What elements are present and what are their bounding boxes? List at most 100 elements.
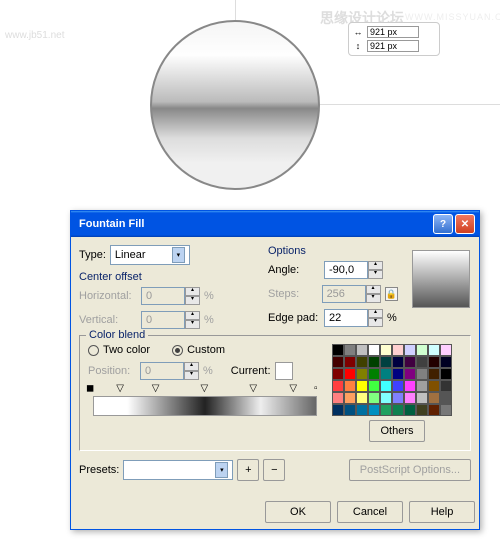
chevron-down-icon[interactable]: ▾ <box>215 462 228 478</box>
color-swatch[interactable] <box>416 356 428 368</box>
gradient-marker[interactable]: ▽ <box>249 383 259 393</box>
color-swatch[interactable] <box>440 392 452 404</box>
height-input[interactable] <box>367 40 419 52</box>
color-swatch[interactable] <box>344 392 356 404</box>
vertical-input <box>141 311 185 329</box>
color-swatch[interactable] <box>332 368 344 380</box>
size-indicator: ↔ ↕ <box>348 22 440 56</box>
color-swatch[interactable] <box>368 356 380 368</box>
cancel-button[interactable]: Cancel <box>337 501 403 523</box>
color-swatch[interactable] <box>368 368 380 380</box>
spin-up-icon[interactable]: ▴ <box>368 261 383 270</box>
color-swatch[interactable] <box>356 356 368 368</box>
guide-horizontal <box>320 104 500 105</box>
color-swatch[interactable] <box>356 368 368 380</box>
spin-up-icon[interactable]: ▴ <box>368 309 383 318</box>
color-swatch[interactable] <box>404 356 416 368</box>
color-swatch[interactable] <box>332 380 344 392</box>
type-select[interactable]: Linear ▾ <box>110 245 190 265</box>
lock-icon[interactable]: 🔒 <box>385 287 398 301</box>
chevron-down-icon[interactable]: ▾ <box>172 247 185 263</box>
presets-select[interactable]: ▾ <box>123 460 233 480</box>
custom-radio[interactable] <box>172 345 183 356</box>
color-swatch[interactable] <box>368 392 380 404</box>
color-swatch[interactable] <box>440 368 452 380</box>
color-swatch[interactable] <box>428 404 440 416</box>
color-swatch[interactable] <box>368 344 380 356</box>
current-color-swatch[interactable] <box>275 362 293 380</box>
color-swatch[interactable] <box>356 344 368 356</box>
color-swatch[interactable] <box>404 404 416 416</box>
color-swatch[interactable] <box>356 404 368 416</box>
color-swatch[interactable] <box>392 404 404 416</box>
color-swatch[interactable] <box>404 344 416 356</box>
others-button[interactable]: Others <box>369 420 424 442</box>
color-swatch[interactable] <box>416 404 428 416</box>
two-color-radio[interactable] <box>88 345 99 356</box>
color-swatch[interactable] <box>368 380 380 392</box>
color-swatch[interactable] <box>332 356 344 368</box>
color-swatch[interactable] <box>356 380 368 392</box>
color-swatch[interactable] <box>428 380 440 392</box>
gradient-marker[interactable]: ▽ <box>289 383 299 393</box>
ok-button[interactable]: OK <box>265 501 331 523</box>
color-swatch[interactable] <box>380 368 392 380</box>
gradient-marker[interactable]: ▽ <box>116 383 126 393</box>
color-swatch[interactable] <box>428 392 440 404</box>
color-swatch[interactable] <box>392 356 404 368</box>
color-swatch[interactable] <box>380 380 392 392</box>
color-swatch[interactable] <box>392 344 404 356</box>
color-swatch[interactable] <box>416 392 428 404</box>
color-swatch[interactable] <box>440 404 452 416</box>
color-swatch[interactable] <box>440 380 452 392</box>
color-swatch[interactable] <box>416 380 428 392</box>
color-swatch[interactable] <box>380 392 392 404</box>
spin-down-icon[interactable]: ▾ <box>368 318 383 327</box>
color-swatch[interactable] <box>392 380 404 392</box>
gradient-end-marker[interactable]: ▫ <box>314 383 324 393</box>
color-swatch[interactable] <box>404 380 416 392</box>
color-swatch[interactable] <box>428 344 440 356</box>
preset-remove-button[interactable]: − <box>263 459 285 481</box>
gradient-marker[interactable]: ▽ <box>201 383 211 393</box>
width-input[interactable] <box>367 26 419 38</box>
color-swatch[interactable] <box>392 368 404 380</box>
color-swatch[interactable] <box>380 344 392 356</box>
gradient-start-marker[interactable]: ◼ <box>86 383 96 393</box>
spin-down-icon[interactable]: ▾ <box>368 270 383 279</box>
fountain-fill-dialog: Fountain Fill ? ✕ Type: Linear ▾ Center … <box>70 210 480 530</box>
color-swatch[interactable] <box>332 392 344 404</box>
color-swatch[interactable] <box>440 356 452 368</box>
color-swatch[interactable] <box>392 392 404 404</box>
color-swatch[interactable] <box>332 344 344 356</box>
help-icon[interactable]: ? <box>433 214 453 234</box>
preset-add-button[interactable]: + <box>237 459 259 481</box>
color-swatch[interactable] <box>380 404 392 416</box>
color-swatch[interactable] <box>416 344 428 356</box>
color-swatch[interactable] <box>344 380 356 392</box>
color-swatch[interactable] <box>344 404 356 416</box>
spin-up-icon: ▴ <box>185 311 200 320</box>
color-swatch[interactable] <box>368 404 380 416</box>
gradient-marker[interactable]: ▽ <box>152 383 162 393</box>
color-swatch[interactable] <box>428 356 440 368</box>
edgepad-input[interactable] <box>324 309 368 327</box>
color-swatch[interactable] <box>416 368 428 380</box>
color-swatch[interactable] <box>344 356 356 368</box>
color-swatch[interactable] <box>380 356 392 368</box>
color-swatch[interactable] <box>344 368 356 380</box>
color-swatch[interactable] <box>344 344 356 356</box>
close-icon[interactable]: ✕ <box>455 214 475 234</box>
gradient-bar[interactable]: ◼ ▽ ▽ ▽ ▽ ▽ ▫ <box>93 396 317 416</box>
help-button[interactable]: Help <box>409 501 475 523</box>
spin-down-icon: ▾ <box>185 296 200 305</box>
dialog-title: Fountain Fill <box>75 218 431 230</box>
angle-input[interactable] <box>324 261 368 279</box>
color-swatch[interactable] <box>404 392 416 404</box>
color-swatch[interactable] <box>404 368 416 380</box>
titlebar[interactable]: Fountain Fill ? ✕ <box>71 211 479 237</box>
color-swatch[interactable] <box>440 344 452 356</box>
color-swatch[interactable] <box>428 368 440 380</box>
color-swatch[interactable] <box>356 392 368 404</box>
color-swatch[interactable] <box>332 404 344 416</box>
